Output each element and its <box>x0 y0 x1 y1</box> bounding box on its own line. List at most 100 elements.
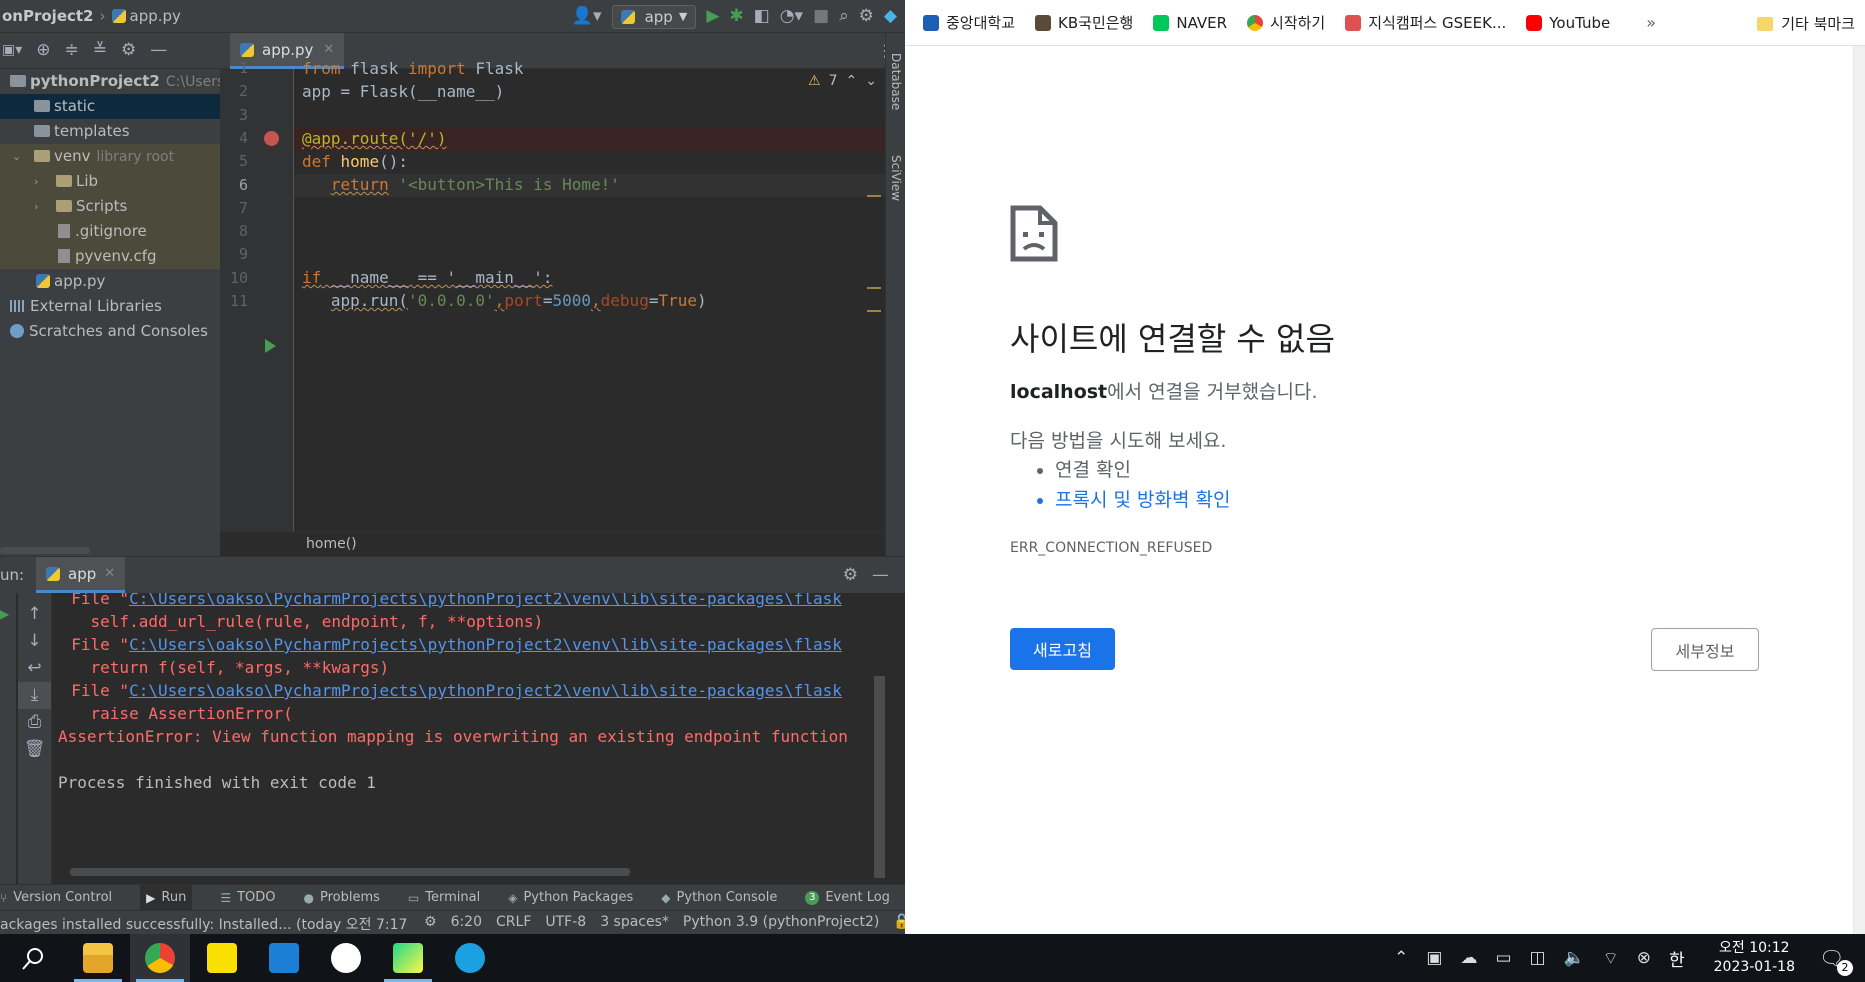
bookmark-gseek[interactable]: 지식캠퍼스 GSEEK... <box>1345 12 1506 33</box>
caret-position[interactable]: 6:20 <box>451 914 482 930</box>
debug-icon[interactable]: ✱ <box>729 8 743 25</box>
arrow-down-icon[interactable]: ↓ <box>18 628 51 655</box>
file-link[interactable]: C:\Users\oakso\PycharmProjects\pythonPro… <box>129 681 842 700</box>
bookmark-kb[interactable]: KB국민은행 <box>1035 12 1133 33</box>
tree-item-external-libraries[interactable]: External Libraries <box>0 294 220 319</box>
inspection-widget[interactable]: ⚠ 7 ⌃ ⌄ <box>808 73 877 89</box>
tool-tab-version-control[interactable]: ⑂ Version Control <box>0 890 112 905</box>
chevron-up-icon[interactable]: ⌃ <box>1394 948 1408 968</box>
display-icon[interactable]: ◫ <box>1530 948 1546 968</box>
expand-all-icon[interactable]: ≑ <box>65 42 79 59</box>
gear-icon[interactable]: ⚙ <box>843 565 858 585</box>
battery-icon[interactable]: ▭ <box>1495 948 1511 968</box>
other-bookmarks-folder[interactable]: 기타 북마크 <box>1757 13 1855 34</box>
chevron-down-icon[interactable]: ⌄ <box>865 73 877 89</box>
view-mode-icon[interactable]: ▣▾ <box>2 42 22 59</box>
arrow-up-icon[interactable]: ↑ <box>18 601 51 628</box>
bookmark-naver[interactable]: NAVER <box>1153 14 1227 32</box>
ime-indicator[interactable]: 한 <box>1669 946 1685 971</box>
profile-icon[interactable]: ◔▾ <box>780 8 803 25</box>
plugin-icon[interactable]: ◆ <box>884 8 897 25</box>
bookmark-cau[interactable]: 중앙대학교 <box>923 12 1015 33</box>
file-encoding[interactable]: UTF-8 <box>545 914 586 930</box>
taskbar-store[interactable] <box>254 934 314 982</box>
status-message[interactable]: ackages installed successfully: Installe… <box>0 914 407 934</box>
chevron-down-icon[interactable]: ⌄ <box>12 144 21 169</box>
breakpoint-icon[interactable] <box>264 131 279 146</box>
tool-tab-event-log[interactable]: 3 Event Log <box>805 890 890 905</box>
tree-item-scripts[interactable]: › Scripts <box>0 194 220 219</box>
suggestion-link[interactable]: 프록시 및 방화벽 확인 <box>1055 485 1230 515</box>
line-separator[interactable]: CRLF <box>496 914 531 930</box>
taskbar-kakaotalk[interactable] <box>192 934 252 982</box>
tree-item-gitignore[interactable]: .gitignore <box>0 219 220 244</box>
details-button[interactable]: 세부정보 <box>1651 628 1759 671</box>
error-stripe-marker[interactable] <box>867 195 881 197</box>
onedrive-icon[interactable]: ☁ <box>1460 948 1477 968</box>
database-tool-tab[interactable]: Database <box>889 53 903 110</box>
sciview-tool-tab[interactable]: SciView <box>889 155 903 201</box>
code-editor[interactable]: 1 2 3 4 5 6 7 8 9 10 11 ⚠ 7 ⌃ ⌄ from flask import … <box>220 59 885 531</box>
tree-item-static[interactable]: static <box>0 94 220 119</box>
chevron-up-icon[interactable]: ⌃ <box>846 73 858 89</box>
reload-button[interactable]: 새로고침 <box>1010 628 1115 670</box>
tool-tab-python-packages[interactable]: ◈ Python Packages <box>508 890 633 905</box>
tool-tab-todo[interactable]: ☰ TODO <box>220 890 275 905</box>
scroll-to-end-icon[interactable]: ⤓ <box>18 682 51 709</box>
tool-tab-problems[interactable]: ● Problems <box>304 890 380 905</box>
close-icon[interactable]: ✕ <box>323 42 334 57</box>
soft-wrap-icon[interactable]: ↩ <box>18 655 51 682</box>
taskbar-file-explorer[interactable] <box>68 934 128 982</box>
coverage-icon[interactable]: ◧ <box>754 8 770 25</box>
clock[interactable]: 오전 10:12 2023-01-18 <box>1714 939 1795 977</box>
taskbar-chrome[interactable] <box>130 934 190 982</box>
gear-icon[interactable]: ⚙ <box>121 42 136 59</box>
breadcrumb-function[interactable]: home() <box>306 536 357 552</box>
tree-item-pyvenv[interactable]: pyvenv.cfg <box>0 244 220 269</box>
settings-icon[interactable]: ⚙ <box>859 8 874 25</box>
tool-tab-run[interactable]: ▶ Run <box>140 885 193 910</box>
stop-icon[interactable]: ■ <box>813 8 829 25</box>
editor-breadcrumb[interactable]: home() <box>220 531 885 556</box>
taskbar-itunes[interactable] <box>316 934 376 982</box>
file-link[interactable]: C:\Users\oakso\PycharmProjects\pythonPro… <box>129 593 842 608</box>
notification-center[interactable]: 🗨 2 <box>1819 946 1853 976</box>
run-gutter-icon[interactable] <box>265 339 276 353</box>
breadcrumb-project[interactable]: onProject2 <box>2 7 94 25</box>
chevron-right-icon[interactable]: › <box>34 194 38 219</box>
indent-setting[interactable]: 3 spaces* <box>600 914 669 930</box>
taskbar-app[interactable] <box>440 934 500 982</box>
tree-item-templates[interactable]: templates <box>0 119 220 144</box>
tree-item-scratches[interactable]: Scratches and Consoles <box>0 319 220 344</box>
file-link[interactable]: C:\Users\oakso\PycharmProjects\pythonPro… <box>129 635 842 654</box>
bookmark-start[interactable]: 시작하기 <box>1247 12 1325 33</box>
wifi-icon[interactable]: ⌔ <box>1603 948 1619 969</box>
trash-icon[interactable]: 🗑 <box>18 736 51 763</box>
tree-item-app-py[interactable]: app.py <box>0 269 220 294</box>
locate-icon[interactable]: ⊕ <box>36 42 50 59</box>
python-interpreter[interactable]: Python 3.9 (pythonProject2) <box>683 914 879 930</box>
tool-tab-python-console[interactable]: ◆ Python Console <box>661 890 777 905</box>
console-horizontal-scrollbar[interactable] <box>70 868 630 876</box>
tool-tab-terminal[interactable]: ▭ Terminal <box>408 890 480 905</box>
camera-icon[interactable]: ▣ <box>1426 948 1442 968</box>
hide-icon[interactable]: — <box>150 42 167 59</box>
search-icon[interactable]: ⌕ <box>839 8 849 25</box>
taskbar-pycharm[interactable] <box>378 934 438 982</box>
hide-icon[interactable]: — <box>872 565 889 585</box>
collapse-all-icon[interactable]: ≚ <box>93 42 107 59</box>
git-sync-icon[interactable]: ⚙ <box>424 914 437 930</box>
tree-item-venv[interactable]: ⌄ venv library root <box>0 144 220 169</box>
run-icon[interactable]: ▶ <box>706 8 719 25</box>
project-scrollbar[interactable] <box>0 547 90 554</box>
breadcrumb-file[interactable]: app.py <box>130 7 181 25</box>
console-output[interactable]: File "C:\Users\oakso\PycharmProjects\pyt… <box>52 593 885 885</box>
close-icon[interactable]: ✕ <box>104 566 115 581</box>
tree-item-lib[interactable]: › Lib <box>0 169 220 194</box>
lock-icon[interactable]: 🔓 <box>893 914 905 930</box>
run-tab-app[interactable]: app ✕ <box>36 557 126 593</box>
error-icon[interactable]: ⊗ <box>1637 948 1651 968</box>
tree-item-project-root[interactable]: pythonProject2 C:\Users\ <box>0 69 229 94</box>
user-icon[interactable]: 👤▾ <box>572 8 602 25</box>
run-config-dropdown[interactable]: app ▼ <box>611 4 697 29</box>
